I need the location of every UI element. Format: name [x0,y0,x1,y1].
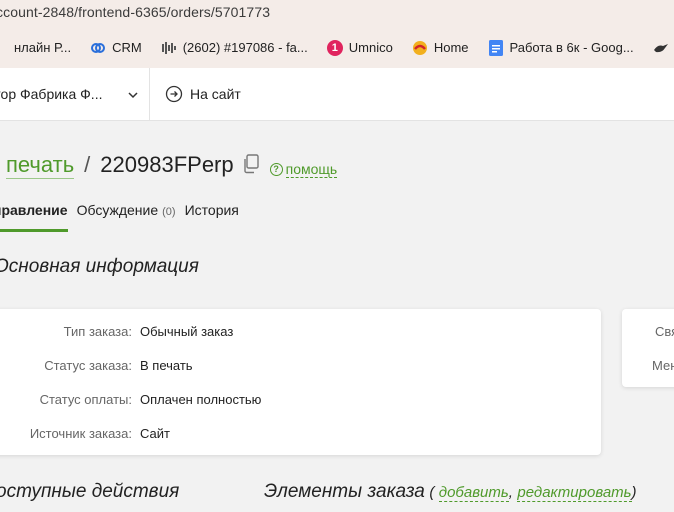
divider [149,68,150,121]
info-value: Сайт [140,426,170,441]
main-info-title: Основная информация [0,256,199,277]
side-info-card: Свя Мен [622,309,674,387]
edit-elements-link[interactable]: редактировать [517,484,632,502]
tab-management[interactable]: правление [0,202,68,232]
bird-icon [653,40,669,56]
order-tabs: правление Обсуждение (0) История [0,202,248,232]
home-logo-icon [412,40,428,56]
tab-label: Обсуждение [76,202,159,218]
paren-close: ) [631,484,637,501]
tab-label: правление [0,202,68,218]
info-label: Статус заказа: [44,358,132,373]
info-value: Обычный заказ [140,324,234,339]
bookmark-label: Работа в 6к - Goog... [509,40,634,55]
help-label: помощь [285,160,338,178]
info-value: В печать [140,358,193,373]
info-label: Источник заказа: [29,426,132,441]
chevron-down-icon[interactable] [126,88,140,102]
order-elements-header: Элементы заказа ( добавить, редактироват… [264,481,637,503]
bookmark-label: Umnico [348,40,393,55]
bookmark-label: Home [433,40,469,55]
tab-count: (0) [162,206,176,218]
page-icon [0,40,8,56]
bookmarks-bar: нлайн Р... CRM (2602) #197086 - fa... 1 … [0,27,674,68]
copy-icon[interactable] [242,154,260,174]
url-text[interactable]: ccount-2848/frontend-6365/orders/5701773 [0,4,270,20]
arrow-circle-icon [165,85,183,103]
info-label: Статус оплаты: [39,392,132,407]
help-link[interactable]: ? помощь [269,160,338,178]
umnico-badge-icon: 1 [326,39,343,56]
side-label: Мен [652,358,674,373]
google-docs-icon [488,39,504,56]
main-info-card: Тип заказа: Обычный заказ Статус заказа:… [0,309,601,455]
paren-open: ( [429,484,435,501]
bookmark-label: CRM [112,40,142,55]
to-site-label: На сайт [190,86,241,102]
info-value: Оплачен полностью [140,392,262,407]
bookmark-umnico[interactable]: 1 Umnico [326,39,393,56]
audio-bars-icon [161,40,177,56]
to-site-link[interactable]: На сайт [165,85,241,103]
tab-discussion[interactable]: Обсуждение (0) [77,202,176,232]
app-topbar: ктор Фабрика Ф... На сайт [0,68,674,121]
order-elements-title: Элементы заказа [264,481,425,502]
breadcrumb-parent-link[interactable]: печать [6,152,75,179]
comma: , [508,484,513,501]
page-title: 220983FPerp [100,152,234,177]
bookmark-home[interactable]: Home [412,40,469,56]
bookmark-crm[interactable]: CRM [90,40,142,56]
add-element-link[interactable]: добавить [438,484,509,502]
bookmark-label: нлайн Р... [14,40,72,55]
bookmark-work-doc[interactable]: Работа в 6к - Goog... [488,39,634,56]
side-label: Свя [655,324,674,339]
address-bar[interactable]: ccount-2848/frontend-6365/orders/5701773 [0,0,674,27]
bookmark-label: (2602) #197086 - fa... [182,40,308,55]
bookmark-online[interactable]: нлайн Р... [0,40,71,56]
tab-history[interactable]: История [185,202,239,232]
tab-label: История [184,202,239,218]
info-label: Тип заказа: [63,324,132,339]
breadcrumb-separator: / [84,152,91,177]
shop-selector-label[interactable]: ктор Фабрика Ф... [0,86,102,102]
question-icon: ? [269,162,283,176]
bookmark-ticket[interactable]: (2602) #197086 - fa... [161,40,308,56]
available-actions-title: оступные действия [0,481,180,502]
breadcrumb: печать / 220983FPerp ? помощь [6,152,338,179]
crm-icon [90,40,106,56]
bookmark-bo[interactable]: БО [653,40,674,56]
